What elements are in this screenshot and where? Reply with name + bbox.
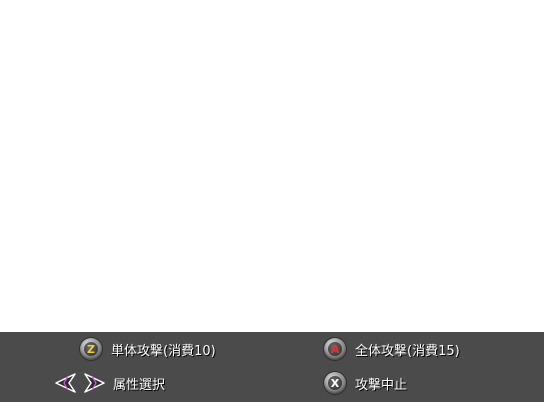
hint-attribute-select: 属性選択 [54, 371, 165, 395]
hint-all-attack: A 全体攻撃(消費15) [324, 337, 460, 361]
control-hint-bar: Z 単体攻撃(消費10) A 全体攻撃(消費15) 属性選択 X 攻撃中止 [0, 332, 544, 402]
game-viewport [0, 0, 544, 332]
z-key-icon[interactable]: Z [80, 338, 102, 360]
single-attack-label: 単体攻撃(消費10) [111, 343, 216, 359]
a-key-letter: A [328, 342, 342, 356]
stop-attack-label: 攻撃中止 [355, 377, 408, 393]
x-key-icon[interactable]: X [324, 372, 346, 394]
arrow-keys [54, 372, 106, 394]
all-attack-label: 全体攻撃(消費15) [355, 343, 460, 359]
hint-single-attack: Z 単体攻撃(消費10) [80, 337, 216, 361]
attribute-select-label: 属性選択 [113, 377, 166, 393]
z-key-letter: Z [84, 342, 98, 356]
hint-stop-attack: X 攻撃中止 [324, 371, 407, 395]
left-arrow-icon[interactable] [54, 372, 78, 394]
bottom-margin [0, 402, 544, 416]
right-arrow-icon[interactable] [82, 372, 106, 394]
x-key-letter: X [328, 376, 342, 390]
a-key-icon[interactable]: A [324, 338, 346, 360]
